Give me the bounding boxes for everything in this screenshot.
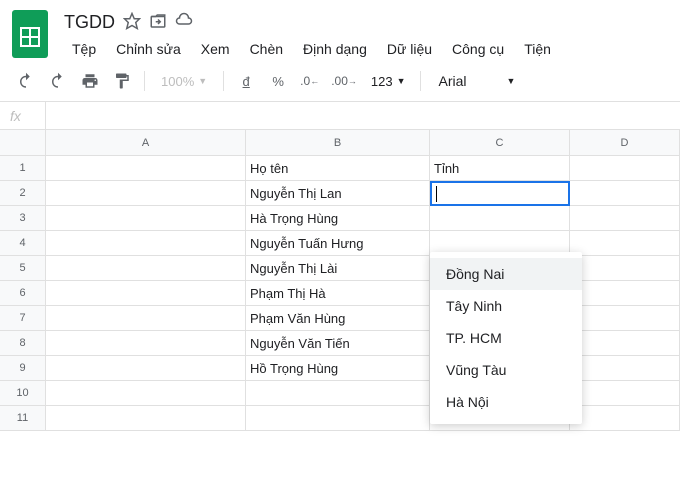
cell-D4[interactable] bbox=[570, 231, 680, 256]
cell-B7[interactable]: Phạm Văn Hùng bbox=[246, 306, 430, 331]
undo-button[interactable] bbox=[12, 67, 40, 95]
cell-A7[interactable] bbox=[46, 306, 246, 331]
cell-D6[interactable] bbox=[570, 281, 680, 306]
increase-decimal-button[interactable]: .00→ bbox=[327, 67, 361, 95]
menu-format[interactable]: Định dạng bbox=[295, 37, 375, 61]
cell-B11[interactable] bbox=[246, 406, 430, 431]
cell-D9[interactable] bbox=[570, 356, 680, 381]
toolbar: 100% ▼ đ % .0← .00→ 123▼ Arial▼ bbox=[0, 61, 680, 102]
cell-D8[interactable] bbox=[570, 331, 680, 356]
row-header-2[interactable]: 2 bbox=[0, 181, 46, 206]
row-header-6[interactable]: 6 bbox=[0, 281, 46, 306]
col-header-A[interactable]: A bbox=[46, 130, 246, 156]
menu-insert[interactable]: Chèn bbox=[242, 37, 291, 61]
number-format-select[interactable]: 123▼ bbox=[365, 74, 412, 89]
cell-D7[interactable] bbox=[570, 306, 680, 331]
row-header-9[interactable]: 9 bbox=[0, 356, 46, 381]
cell-A2[interactable] bbox=[46, 181, 246, 206]
menu-edit[interactable]: Chỉnh sửa bbox=[108, 37, 189, 61]
cell-B6[interactable]: Phạm Thị Hà bbox=[246, 281, 430, 306]
cell-D10[interactable] bbox=[570, 381, 680, 406]
cell-A5[interactable] bbox=[46, 256, 246, 281]
row-header-3[interactable]: 3 bbox=[0, 206, 46, 231]
print-button[interactable] bbox=[76, 67, 104, 95]
row-header-11[interactable]: 11 bbox=[0, 406, 46, 431]
currency-button[interactable]: đ bbox=[232, 67, 260, 95]
cell-D3[interactable] bbox=[570, 206, 680, 231]
cell-C1[interactable]: Tỉnh bbox=[430, 156, 570, 181]
cell-D2[interactable] bbox=[570, 181, 680, 206]
select-all-corner[interactable] bbox=[0, 130, 46, 156]
cell-A3[interactable] bbox=[46, 206, 246, 231]
row-header-10[interactable]: 10 bbox=[0, 381, 46, 406]
menu-extensions[interactable]: Tiện bbox=[516, 37, 559, 61]
formula-input[interactable] bbox=[46, 102, 680, 129]
row-header-7[interactable]: 7 bbox=[0, 306, 46, 331]
fx-label: fx bbox=[0, 102, 46, 129]
dropdown-item[interactable]: Vũng Tàu bbox=[430, 354, 582, 386]
menu-tools[interactable]: Công cụ bbox=[444, 37, 512, 61]
row-header-1[interactable]: 1 bbox=[0, 156, 46, 181]
menu-file[interactable]: Tệp bbox=[64, 37, 104, 61]
cell-D1[interactable] bbox=[570, 156, 680, 181]
cloud-icon[interactable] bbox=[175, 12, 193, 33]
cell-B8[interactable]: Nguyễn Văn Tiến bbox=[246, 331, 430, 356]
cell-B5[interactable]: Nguyễn Thị Lài bbox=[246, 256, 430, 281]
paint-format-button[interactable] bbox=[108, 67, 136, 95]
cell-B3[interactable]: Hà Trọng Hùng bbox=[246, 206, 430, 231]
cell-B2[interactable]: Nguyễn Thị Lan bbox=[246, 181, 430, 206]
star-icon[interactable] bbox=[123, 12, 141, 33]
row-header-4[interactable]: 4 bbox=[0, 231, 46, 256]
sheets-logo[interactable] bbox=[12, 8, 52, 60]
menu-data[interactable]: Dữ liệu bbox=[379, 37, 440, 61]
dropdown-item[interactable]: TP. HCM bbox=[430, 322, 582, 354]
cell-A6[interactable] bbox=[46, 281, 246, 306]
redo-button[interactable] bbox=[44, 67, 72, 95]
cell-A4[interactable] bbox=[46, 231, 246, 256]
menu-bar: Tệp Chỉnh sửa Xem Chèn Định dạng Dữ liệu… bbox=[64, 37, 668, 61]
cell-A1[interactable] bbox=[46, 156, 246, 181]
dropdown-item[interactable]: Hà Nội bbox=[430, 386, 582, 418]
cell-A9[interactable] bbox=[46, 356, 246, 381]
percent-button[interactable]: % bbox=[264, 67, 292, 95]
cell-A8[interactable] bbox=[46, 331, 246, 356]
col-header-B[interactable]: B bbox=[246, 130, 430, 156]
cell-B10[interactable] bbox=[246, 381, 430, 406]
decrease-decimal-button[interactable]: .0← bbox=[296, 67, 323, 95]
row-header-8[interactable]: 8 bbox=[0, 331, 46, 356]
cell-B1[interactable]: Họ tên bbox=[246, 156, 430, 181]
col-header-C[interactable]: C bbox=[430, 130, 570, 156]
cell-D5[interactable] bbox=[570, 256, 680, 281]
doc-title[interactable]: TGDD bbox=[64, 12, 115, 33]
cell-C2[interactable] bbox=[430, 181, 570, 206]
dropdown-item[interactable]: Đồng Nai bbox=[430, 258, 582, 290]
move-icon[interactable] bbox=[149, 12, 167, 33]
cell-C3[interactable] bbox=[430, 206, 570, 231]
cell-A11[interactable] bbox=[46, 406, 246, 431]
menu-view[interactable]: Xem bbox=[193, 37, 238, 61]
zoom-select[interactable]: 100% ▼ bbox=[153, 74, 215, 89]
cell-D11[interactable] bbox=[570, 406, 680, 431]
cell-A10[interactable] bbox=[46, 381, 246, 406]
validation-dropdown: Đồng Nai Tây Ninh TP. HCM Vũng Tàu Hà Nộ… bbox=[430, 252, 582, 424]
cell-B9[interactable]: Hồ Trọng Hùng bbox=[246, 356, 430, 381]
formula-bar: fx bbox=[0, 102, 680, 130]
cell-B4[interactable]: Nguyễn Tuấn Hưng bbox=[246, 231, 430, 256]
col-header-D[interactable]: D bbox=[570, 130, 680, 156]
dropdown-item[interactable]: Tây Ninh bbox=[430, 290, 582, 322]
font-select[interactable]: Arial▼ bbox=[429, 73, 526, 89]
row-header-5[interactable]: 5 bbox=[0, 256, 46, 281]
